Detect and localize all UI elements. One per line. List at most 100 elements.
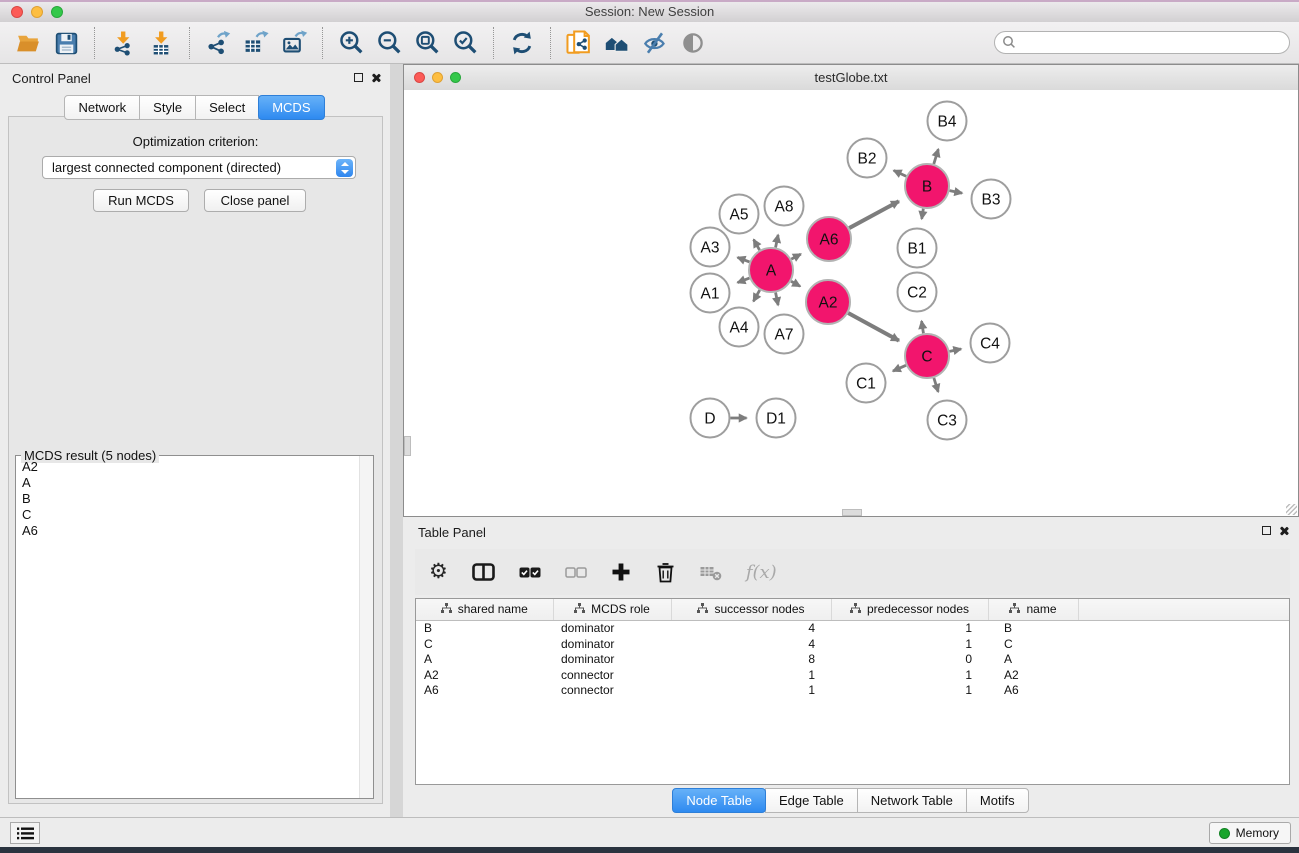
- edge-A-A8[interactable]: [776, 235, 779, 248]
- node-C1[interactable]: C1: [847, 364, 886, 403]
- result-item[interactable]: A: [16, 475, 359, 491]
- node-A5[interactable]: A5: [720, 195, 759, 234]
- edge-C-C3[interactable]: [934, 378, 938, 392]
- close-panel-button[interactable]: Close panel: [204, 189, 306, 212]
- column-header-MCDS-role[interactable]: MCDS role: [553, 599, 671, 621]
- tab-network-table[interactable]: Network Table: [857, 788, 967, 813]
- edge-A-A2[interactable]: [791, 281, 800, 286]
- column-header-shared-name[interactable]: shared name: [416, 599, 553, 621]
- canvas-bottom-handle[interactable]: [842, 509, 862, 516]
- export-table-icon[interactable]: [242, 29, 270, 57]
- import-network-icon[interactable]: [109, 29, 137, 57]
- node-B3[interactable]: B3: [972, 180, 1011, 219]
- node-A3[interactable]: A3: [691, 228, 730, 267]
- table-row[interactable]: A2connector11A2: [416, 668, 1289, 684]
- search-input[interactable]: [994, 31, 1290, 54]
- node-C2[interactable]: C2: [898, 273, 937, 312]
- tab-mcds[interactable]: MCDS: [258, 95, 324, 120]
- node-C4[interactable]: C4: [971, 324, 1010, 363]
- edge-B-B1[interactable]: [922, 209, 924, 219]
- task-history-button[interactable]: [10, 822, 40, 844]
- edge-B-B4[interactable]: [934, 149, 939, 164]
- column-header-predecessor-nodes[interactable]: predecessor nodes: [831, 599, 988, 621]
- edge-A-A7[interactable]: [776, 293, 779, 306]
- result-item[interactable]: B: [16, 491, 359, 507]
- edge-C-C1[interactable]: [893, 365, 906, 371]
- create-column-plus-icon[interactable]: [611, 559, 631, 585]
- result-item[interactable]: A2: [16, 459, 359, 475]
- import-table-icon[interactable]: [147, 29, 175, 57]
- tab-motifs[interactable]: Motifs: [966, 788, 1029, 813]
- float-panel-icon[interactable]: [354, 73, 363, 82]
- export-image-icon[interactable]: [280, 29, 308, 57]
- edge-B-B3[interactable]: [950, 191, 963, 194]
- open-session-icon[interactable]: [14, 29, 42, 57]
- node-B1[interactable]: B1: [898, 229, 937, 268]
- zoom-in-icon[interactable]: [337, 29, 365, 57]
- node-A7[interactable]: A7: [765, 315, 804, 354]
- close-panel-icon[interactable]: [1279, 525, 1290, 536]
- node-D1[interactable]: D1: [757, 399, 796, 438]
- edge-A-A3[interactable]: [738, 257, 750, 261]
- node-B[interactable]: B: [905, 164, 949, 208]
- delete-column-trash-icon[interactable]: [655, 559, 676, 585]
- table-row[interactable]: Cdominator41C: [416, 637, 1289, 653]
- tab-network[interactable]: Network: [64, 95, 140, 120]
- edge-A6-B[interactable]: [849, 201, 899, 228]
- tab-select[interactable]: Select: [195, 95, 259, 120]
- edge-A-A4[interactable]: [753, 290, 759, 301]
- node-A4[interactable]: A4: [720, 308, 759, 347]
- zoom-out-icon[interactable]: [375, 29, 403, 57]
- result-item[interactable]: A6: [16, 523, 359, 539]
- result-item[interactable]: C: [16, 507, 359, 523]
- close-panel-icon[interactable]: [371, 72, 382, 83]
- column-header-name[interactable]: name: [988, 599, 1078, 621]
- tab-node-table[interactable]: Node Table: [672, 788, 766, 813]
- result-scrollbar[interactable]: [359, 456, 373, 798]
- node-A[interactable]: A: [749, 248, 793, 292]
- zoom-selected-icon[interactable]: [451, 29, 479, 57]
- canvas-left-handle[interactable]: [404, 436, 411, 456]
- edge-A-A6[interactable]: [791, 254, 800, 259]
- memory-button[interactable]: Memory: [1209, 822, 1291, 844]
- refresh-icon[interactable]: [508, 29, 536, 57]
- save-session-icon[interactable]: [52, 29, 80, 57]
- edge-B-B2[interactable]: [894, 170, 906, 176]
- tab-edge-table[interactable]: Edge Table: [765, 788, 858, 813]
- duplicate-network-icon[interactable]: [565, 29, 593, 57]
- tab-style[interactable]: Style: [139, 95, 196, 120]
- run-mcds-button[interactable]: Run MCDS: [93, 189, 189, 212]
- edge-A2-C[interactable]: [848, 313, 899, 341]
- export-network-icon[interactable]: [204, 29, 232, 57]
- select-all-columns-icon[interactable]: [519, 559, 541, 585]
- table-row[interactable]: Adominator80A: [416, 652, 1289, 668]
- table-row[interactable]: Bdominator41B: [416, 621, 1289, 637]
- toolbar-separator: [94, 27, 95, 59]
- zoom-fit-icon[interactable]: [413, 29, 441, 57]
- node-A2[interactable]: A2: [806, 280, 850, 324]
- float-panel-icon[interactable]: [1262, 526, 1271, 535]
- network-canvas[interactable]: B4 B2 B B3 A8A5 A6 A3 B1 A C2 A1 A2 A4A7 C4 C C1 D D1 C3: [404, 90, 1298, 516]
- node-B4[interactable]: B4: [928, 102, 967, 141]
- node-A1[interactable]: A1: [691, 274, 730, 313]
- table-settings-gear-icon[interactable]: ⚙: [429, 559, 448, 585]
- node-A6[interactable]: A6: [807, 217, 851, 261]
- unselect-all-columns-icon[interactable]: [565, 559, 587, 585]
- column-header-successor-nodes[interactable]: successor nodes: [671, 599, 831, 621]
- edge-C-C2[interactable]: [922, 321, 924, 333]
- houses-icon[interactable]: [603, 29, 631, 57]
- table-row[interactable]: A6connector11A6: [416, 683, 1289, 699]
- resize-grip-icon[interactable]: [1286, 504, 1297, 515]
- show-eye-icon[interactable]: [679, 29, 707, 57]
- edge-A-A5[interactable]: [754, 240, 760, 250]
- node-A8[interactable]: A8: [765, 187, 804, 226]
- node-B2[interactable]: B2: [848, 139, 887, 178]
- node-C[interactable]: C: [905, 334, 949, 378]
- edge-C-C4[interactable]: [950, 349, 962, 351]
- show-columns-icon[interactable]: [472, 559, 495, 585]
- node-C3[interactable]: C3: [928, 401, 967, 440]
- node-D[interactable]: D: [691, 399, 730, 438]
- hide-eye-icon[interactable]: [641, 29, 669, 57]
- criterion-select[interactable]: largest connected component (directed): [42, 156, 356, 179]
- edge-A-A1[interactable]: [738, 278, 750, 282]
